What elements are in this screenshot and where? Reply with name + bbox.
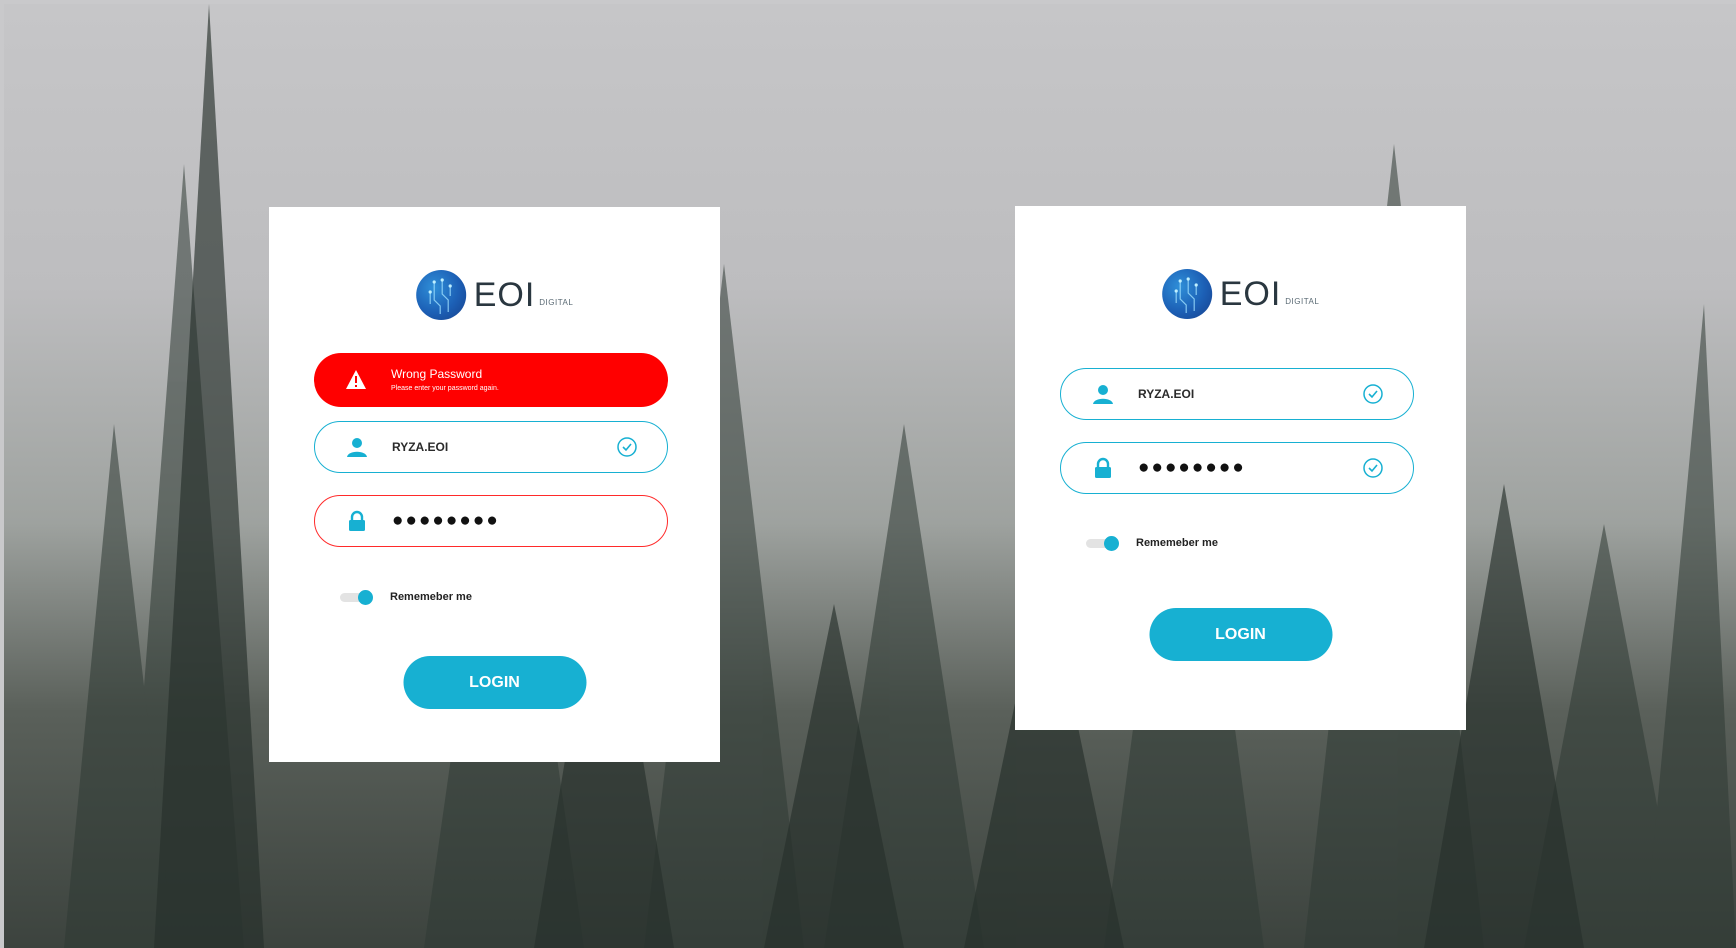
warning-icon [345, 369, 367, 391]
password-field[interactable]: ●●●●●●●● [314, 495, 668, 547]
remember-toggle[interactable] [1086, 536, 1119, 551]
brand-logo: EOI DIGITAL [415, 270, 574, 320]
brand-logo: EOI DIGITAL [1161, 269, 1320, 319]
remember-me[interactable]: Rememeber me [340, 587, 472, 607]
remember-label: Rememeber me [390, 591, 472, 603]
username-field[interactable]: RYZA.EOI [314, 421, 668, 473]
trees-illustration [64, 4, 1736, 948]
password-value: ●●●●●●●● [1138, 457, 1246, 478]
password-value: ●●●●●●●● [392, 510, 500, 531]
username-field[interactable]: RYZA.EOI [1060, 368, 1414, 420]
error-alert: Wrong Password Please enter your passwor… [314, 353, 668, 407]
lock-icon [1092, 457, 1114, 479]
brand-sub: DIGITAL [539, 297, 574, 307]
brand-name: EOI [473, 275, 536, 314]
username-value: RYZA.EOI [1138, 387, 1195, 401]
forest-background [4, 4, 1736, 948]
password-field[interactable]: ●●●●●●●● [1060, 442, 1414, 494]
lock-icon [346, 510, 368, 532]
login-card-error: EOI DIGITAL Wrong Password Please enter … [269, 207, 720, 762]
check-circle-icon [1363, 458, 1383, 478]
alert-message: Please enter your password again. [391, 385, 499, 392]
brand-sub: DIGITAL [1285, 296, 1320, 306]
remember-me[interactable]: Rememeber me [1086, 533, 1218, 553]
login-card-success: EOI DIGITAL RYZA.EOI ●●●●●●●● Rememeber … [1015, 206, 1466, 730]
username-value: RYZA.EOI [392, 440, 449, 454]
check-circle-icon [1363, 384, 1383, 404]
login-button[interactable]: LOGIN [1149, 608, 1332, 661]
user-icon [346, 436, 368, 458]
alert-title: Wrong Password [391, 367, 483, 381]
logo-mark-icon [415, 270, 466, 320]
remember-toggle[interactable] [340, 590, 373, 605]
login-button[interactable]: LOGIN [403, 656, 586, 709]
remember-label: Rememeber me [1136, 537, 1218, 549]
logo-mark-icon [1161, 269, 1212, 319]
user-icon [1092, 383, 1114, 405]
check-circle-icon [617, 437, 637, 457]
brand-name: EOI [1219, 274, 1282, 313]
